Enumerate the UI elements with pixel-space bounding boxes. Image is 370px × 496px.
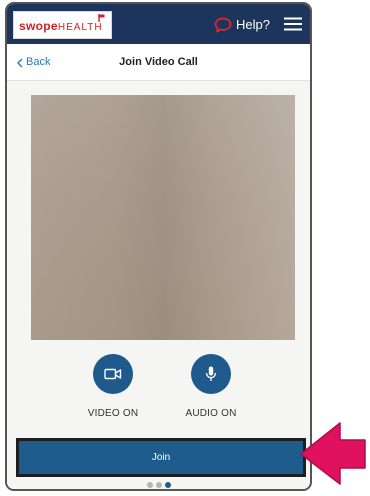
logo-flag-icon [98, 14, 105, 22]
join-call-content: VIDEO ON AUDIO ON Join [7, 81, 310, 489]
phone-frame: swopeHEALTH Help? Back Join Video Call V… [5, 2, 312, 491]
page-dot-2[interactable] [155, 482, 162, 488]
video-on-label: VIDEO ON [87, 408, 139, 419]
camera-preview [31, 95, 295, 340]
join-button[interactable]: Join [19, 441, 303, 474]
video-camera-icon [104, 368, 122, 380]
audio-toggle-button[interactable] [191, 354, 231, 394]
microphone-icon [205, 366, 217, 381]
page-title: Join Video Call [119, 56, 198, 68]
page-dot-3-active[interactable] [164, 482, 171, 488]
chat-bubble-icon [214, 17, 232, 33]
logo-wordmark: swopeHEALTH [19, 19, 103, 35]
app-header: swopeHEALTH Help? [7, 4, 310, 44]
page-dot-1[interactable] [146, 482, 153, 488]
annotation-arrow-icon [300, 422, 366, 485]
video-toggle-button[interactable] [93, 354, 133, 394]
audio-on-label: AUDIO ON [185, 408, 237, 419]
swope-health-logo[interactable]: swopeHEALTH [13, 11, 112, 39]
join-button-highlight: Join [16, 438, 306, 477]
page-header: Back Join Video Call [7, 44, 310, 81]
help-button[interactable]: Help? [214, 16, 270, 34]
help-label: Help? [236, 17, 270, 32]
audio-control: AUDIO ON [171, 354, 251, 420]
hamburger-menu-icon[interactable] [284, 17, 302, 31]
screenshot-stage: swopeHEALTH Help? Back Join Video Call V… [0, 0, 370, 496]
logo-swope-text: swope [19, 19, 58, 33]
video-control: VIDEO ON [73, 354, 153, 420]
page-indicator [7, 482, 310, 488]
logo-health-text: HEALTH [57, 22, 103, 33]
